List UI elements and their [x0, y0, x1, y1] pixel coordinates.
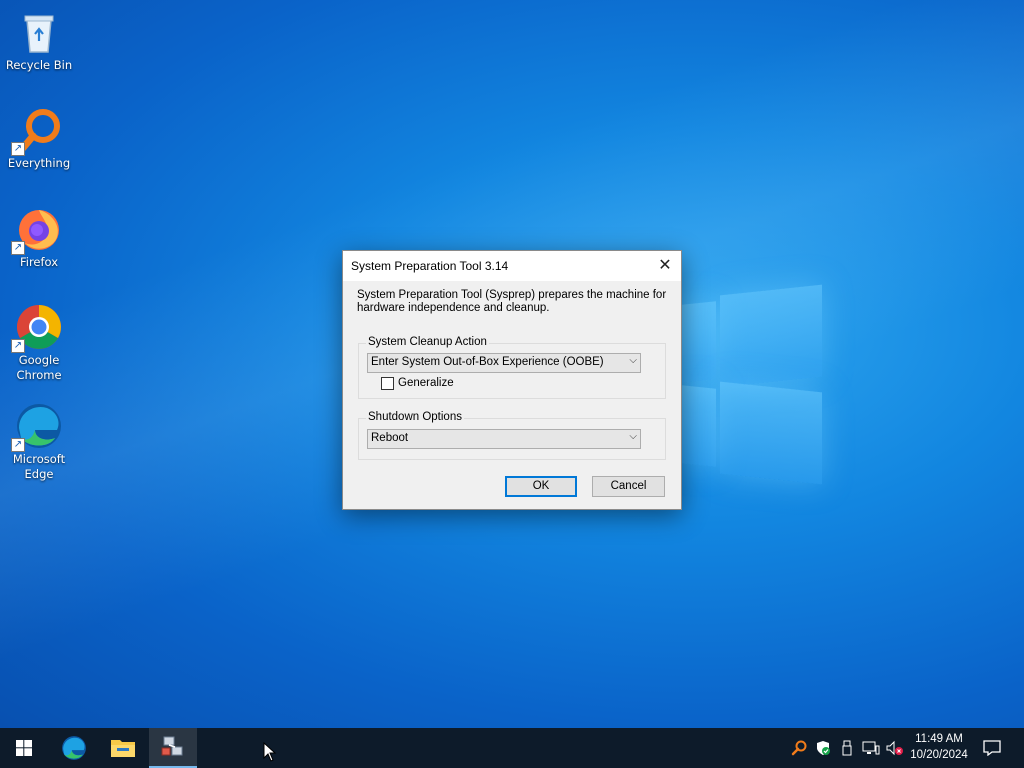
- mouse-cursor-icon: [263, 741, 277, 765]
- desktop-icon-google-chrome[interactable]: ↗ Google Chrome: [4, 303, 74, 383]
- taskbar-sysprep-button[interactable]: [149, 728, 197, 768]
- taskbar-file-explorer-button[interactable]: [99, 728, 147, 768]
- windows-start-icon: [16, 740, 32, 756]
- desktop-icon-label: Everything: [7, 156, 71, 170]
- shutdown-options-group: Shutdown Options Reboot ⌵: [358, 411, 666, 460]
- recycle-bin-icon: [15, 8, 63, 56]
- generalize-checkbox[interactable]: [381, 377, 394, 390]
- desktop-icon-label: Recycle Bin: [5, 58, 73, 72]
- edge-icon: ↗: [11, 402, 63, 452]
- shutdown-option-value: Reboot: [371, 432, 409, 444]
- desktop-icon-recycle-bin[interactable]: Recycle Bin: [4, 8, 74, 73]
- network-icon[interactable]: [860, 728, 882, 768]
- desktop-icon-everything[interactable]: ↗ Everything: [4, 106, 74, 171]
- file-explorer-icon: [111, 740, 135, 757]
- cleanup-action-dropdown[interactable]: Enter System Out-of-Box Experience (OOBE…: [367, 353, 641, 373]
- shortcut-arrow-icon: ↗: [11, 142, 25, 156]
- desktop: Recycle Bin ↗ Everything ↗ Firefox ↗ Goo…: [0, 0, 1024, 728]
- shortcut-arrow-icon: ↗: [11, 438, 25, 452]
- clock-date: 10/20/2024: [910, 749, 968, 761]
- shortcut-arrow-icon: ↗: [11, 339, 25, 353]
- shutdown-group-label: Shutdown Options: [366, 411, 464, 423]
- desktop-icon-microsoft-edge[interactable]: ↗ Microsoft Edge: [4, 402, 74, 482]
- clock-time: 11:49 AM: [915, 733, 963, 745]
- cleanup-action-group: System Cleanup Action Enter System Out-o…: [358, 336, 666, 399]
- dialog-description: System Preparation Tool (Sysprep) prepar…: [357, 289, 667, 314]
- desktop-icon-firefox[interactable]: ↗ Firefox: [4, 205, 74, 270]
- desktop-icon-label: Microsoft Edge: [12, 452, 66, 481]
- chevron-down-icon: ⌵: [629, 431, 637, 442]
- sysprep-icon: [161, 736, 183, 756]
- edge-icon: [62, 736, 86, 760]
- start-button[interactable]: [0, 728, 48, 768]
- usb-icon[interactable]: [836, 728, 858, 768]
- dialog-title: System Preparation Tool 3.14: [351, 259, 509, 273]
- system-clock[interactable]: 11:49 AM 10/20/2024: [902, 731, 976, 763]
- sysprep-dialog: System Preparation Tool 3.14 ✕ System Pr…: [342, 250, 682, 510]
- notifications-icon[interactable]: [980, 728, 1004, 768]
- taskbar-edge-button[interactable]: [50, 728, 98, 768]
- generalize-label[interactable]: Generalize: [398, 377, 454, 389]
- firefox-icon: ↗: [11, 205, 63, 255]
- cancel-button[interactable]: Cancel: [592, 476, 665, 497]
- chevron-down-icon: ⌵: [629, 355, 637, 366]
- cleanup-action-value: Enter System Out-of-Box Experience (OOBE…: [371, 356, 604, 368]
- everything-tray-icon[interactable]: [788, 728, 810, 768]
- desktop-icon-label: Google Chrome: [16, 353, 62, 382]
- cleanup-group-label: System Cleanup Action: [366, 336, 489, 348]
- ok-button[interactable]: OK: [505, 476, 577, 497]
- close-icon[interactable]: ✕: [649, 251, 681, 281]
- chrome-icon: ↗: [11, 303, 63, 353]
- shortcut-arrow-icon: ↗: [11, 241, 25, 255]
- security-icon[interactable]: [812, 728, 834, 768]
- shutdown-options-dropdown[interactable]: Reboot ⌵: [367, 429, 641, 449]
- taskbar: 11:49 AM 10/20/2024: [0, 728, 1024, 768]
- dialog-titlebar[interactable]: System Preparation Tool 3.14 ✕: [343, 251, 681, 281]
- everything-search-icon: ↗: [11, 106, 63, 156]
- desktop-icon-label: Firefox: [19, 255, 59, 269]
